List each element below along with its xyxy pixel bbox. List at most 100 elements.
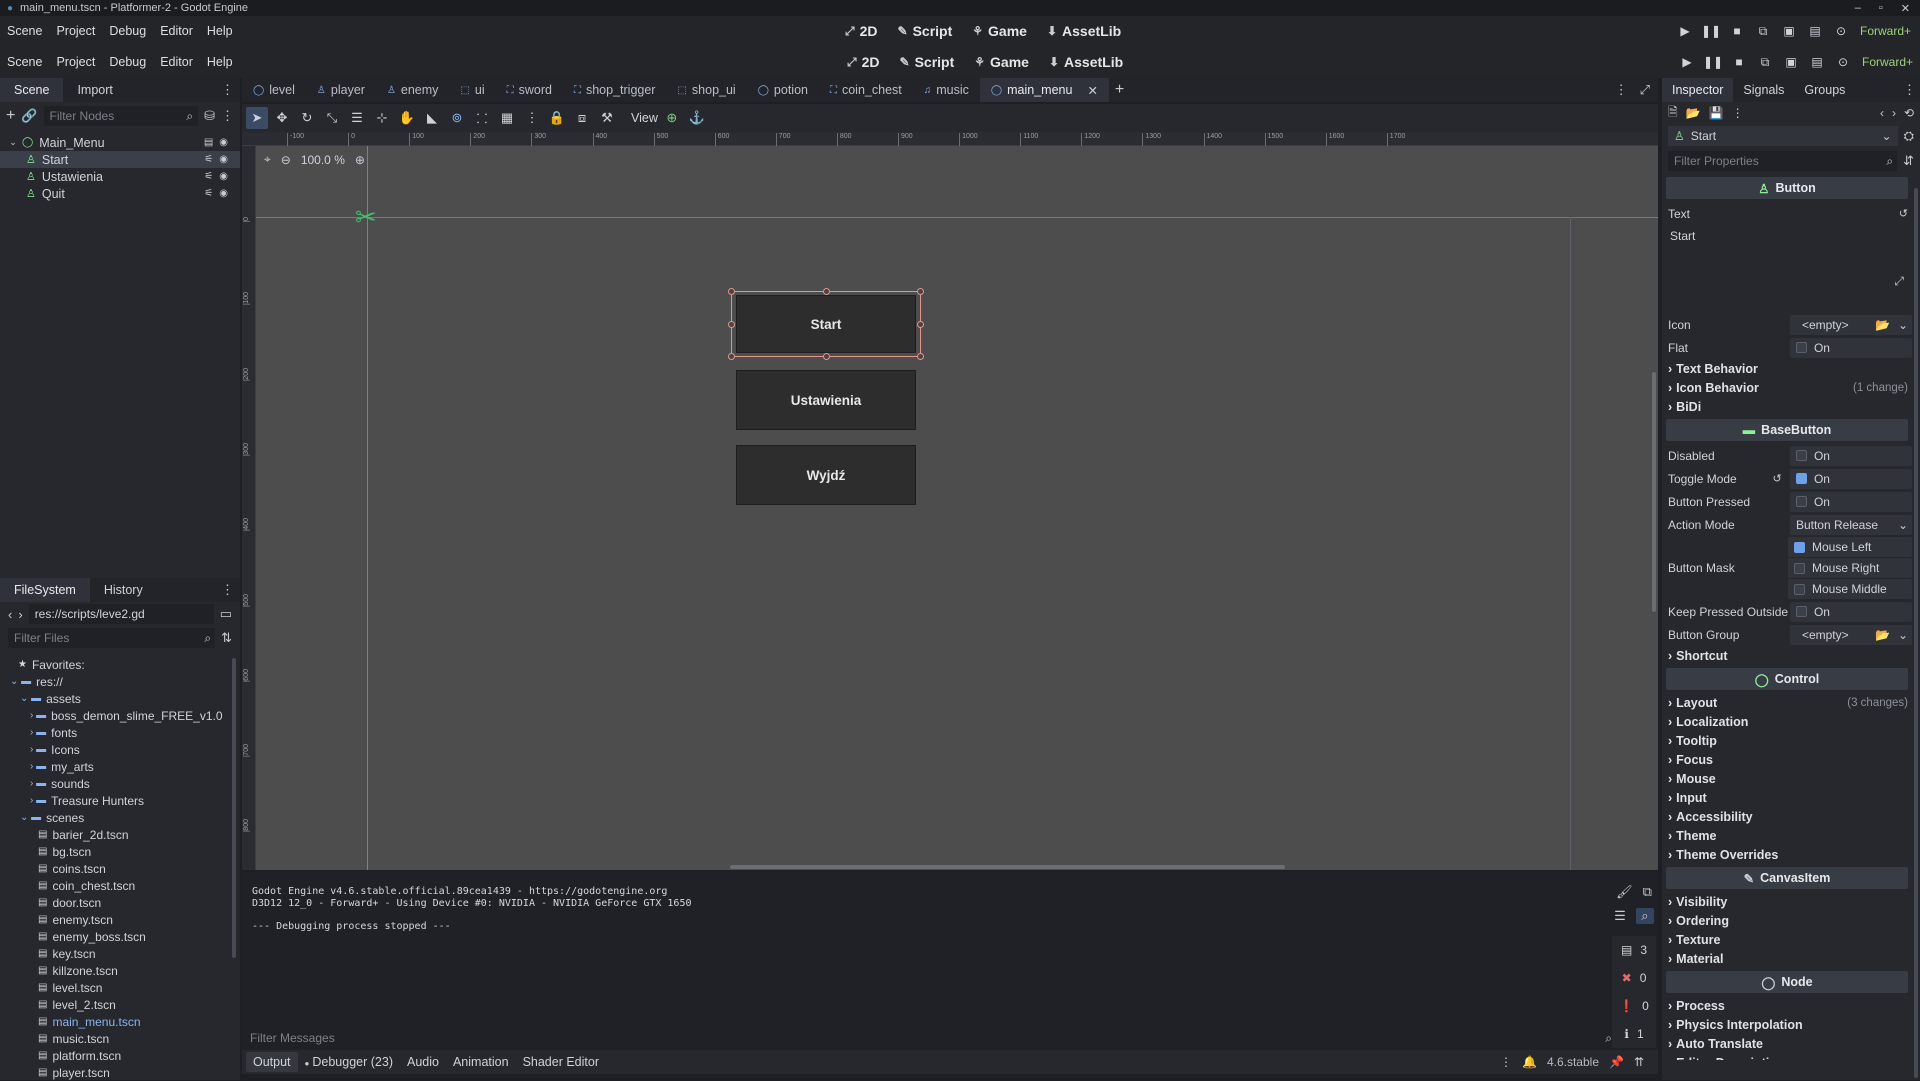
section-icon-behavior[interactable]: › Icon Behavior (1 change): [1662, 378, 1912, 397]
rotate-tool-icon[interactable]: ↻: [296, 107, 318, 129]
section-material[interactable]: › Material: [1662, 949, 1912, 968]
mask-mouse-left[interactable]: Mouse Left: [1788, 537, 1912, 557]
dock-menu-icon[interactable]: ⋮: [221, 82, 234, 98]
bottom-tab-animation[interactable]: Animation: [446, 1055, 516, 1069]
section-theme[interactable]: › Theme: [1662, 826, 1912, 845]
scene-tab-level[interactable]: ◯ level: [242, 78, 306, 102]
pause-icon[interactable]: ❚❚: [1698, 20, 1724, 42]
section-texture[interactable]: › Texture: [1662, 930, 1912, 949]
zoom-out-icon[interactable]: ⊖: [281, 153, 291, 167]
smart-snap-icon[interactable]: ⊚: [446, 107, 468, 129]
minimize-icon[interactable]: –: [1855, 2, 1861, 15]
folder-assets[interactable]: ⌄ ▬ assets: [6, 690, 240, 707]
play-custom-icon[interactable]: ▤: [1802, 20, 1828, 42]
tab-filesystem[interactable]: FileSystem: [0, 578, 90, 602]
favorites-item[interactable]: ★ Favorites:: [6, 656, 240, 673]
flat-checkbox[interactable]: On: [1789, 337, 1912, 358]
snap-options-icon[interactable]: ⸬: [471, 107, 493, 129]
group-picker[interactable]: <empty> 📂 ⌄: [1789, 624, 1912, 645]
signal-icon[interactable]: ⚟: [204, 188, 213, 199]
file-bg[interactable]: ▤ bg.tscn: [6, 843, 240, 860]
view-menu[interactable]: View: [631, 111, 658, 125]
workspace-2d[interactable]: ⤢ 2D: [845, 23, 878, 39]
file-main-menu[interactable]: ▤ main_menu.tscn: [6, 1013, 240, 1030]
save-resource-icon[interactable]: 💾: [1709, 106, 1724, 120]
tab-import[interactable]: Import: [63, 78, 126, 102]
category-basebutton[interactable]: ▬ BaseButton: [1666, 419, 1908, 441]
resize-handle-tc[interactable]: [823, 288, 830, 295]
ruler-tool-icon[interactable]: ◣: [421, 107, 443, 129]
instance-scene-icon[interactable]: ⛁: [204, 108, 215, 124]
close-tab-icon[interactable]: ✕: [1087, 83, 1097, 98]
disabled-checkbox[interactable]: On: [1789, 445, 1912, 466]
folder-icons[interactable]: › ▬ Icons: [6, 741, 240, 758]
resize-handle-ml[interactable]: [728, 321, 735, 328]
history-forward-icon[interactable]: ›: [1892, 106, 1896, 120]
back-icon[interactable]: ‹: [8, 607, 12, 622]
menu-debug[interactable]: Debug: [102, 55, 153, 69]
file-enemy-boss[interactable]: ▤ enemy_boss.tscn: [6, 928, 240, 945]
menu-editor[interactable]: Editor: [153, 24, 200, 38]
play-icon[interactable]: ▶: [1672, 20, 1698, 42]
scene-menu-icon[interactable]: ⋮: [221, 108, 234, 124]
collapse-arrow-icon[interactable]: ⌄: [8, 137, 18, 148]
workspace-assetlib[interactable]: ⬇ AssetLib: [1049, 54, 1123, 70]
tab-groups[interactable]: Groups: [1794, 78, 1855, 102]
pin-icon[interactable]: 📌: [1609, 1055, 1624, 1069]
move-tool-icon[interactable]: ✥: [271, 107, 293, 129]
text-edit[interactable]: Start ⤢: [1666, 225, 1908, 313]
fs-scrollbar[interactable]: [232, 658, 236, 958]
zoom-in-icon[interactable]: ⊕: [355, 153, 365, 167]
bottom-tab-debugger-23[interactable]: ● Debugger (23): [298, 1055, 400, 1069]
section-auto-translate[interactable]: › Auto Translate: [1662, 1034, 1912, 1053]
canvas-button-start[interactable]: Start: [736, 295, 916, 353]
group-load-icon[interactable]: 📂: [1875, 628, 1890, 642]
section-editor-description[interactable]: ›Editor Description: [1662, 1053, 1912, 1061]
workspace-2d[interactable]: ⤢ 2D: [847, 54, 880, 70]
scale-tool-icon[interactable]: ⤡: [321, 107, 343, 129]
filter-files-input[interactable]: Filter Files ⌕: [8, 628, 216, 648]
menu-project[interactable]: Project: [49, 24, 102, 38]
menu-help[interactable]: Help: [200, 24, 240, 38]
mask-mouse-right[interactable]: Mouse Right: [1788, 558, 1912, 578]
load-icon[interactable]: 📂: [1875, 318, 1890, 332]
icon-dropdown-icon[interactable]: ⌄: [1898, 318, 1908, 332]
workspace-script[interactable]: ✎ Script: [898, 23, 953, 39]
folder-boss-demon-slime-free-v1-0[interactable]: › ▬ boss_demon_slime_FREE_v1.0: [6, 707, 240, 724]
add-scene-tab-icon[interactable]: +: [1115, 81, 1124, 99]
menu-project[interactable]: Project: [49, 55, 102, 69]
scene-tab-sword[interactable]: ⛶ sword: [496, 78, 563, 102]
list-select-icon[interactable]: ☰: [346, 107, 368, 129]
scene-tab-shop-trigger[interactable]: ⛶ shop_trigger: [563, 78, 667, 102]
file-barier-2d[interactable]: ▤ barier_2d.tscn: [6, 826, 240, 843]
copy-output-icon[interactable]: ⧉: [1643, 884, 1652, 900]
visibility-eye-icon[interactable]: ◉: [219, 188, 228, 199]
visibility-eye-icon[interactable]: ◉: [219, 154, 228, 165]
script-icon[interactable]: ▤: [204, 137, 213, 148]
section-input[interactable]: › Input: [1662, 788, 1912, 807]
resize-handle-tl[interactable]: [728, 288, 735, 295]
expand-text-icon[interactable]: ⤢: [1894, 274, 1904, 289]
keep-checkbox[interactable]: On: [1789, 601, 1912, 622]
tab-signals[interactable]: Signals: [1733, 78, 1794, 102]
renderer-select[interactable]: Forward+: [1860, 24, 1911, 38]
inspector-menu-icon[interactable]: ⋮: [1903, 82, 1916, 98]
section-visibility[interactable]: › Visibility: [1662, 892, 1912, 911]
inspector-scrollbar[interactable]: [1914, 188, 1918, 1078]
section-accessibility[interactable]: › Accessibility: [1662, 807, 1912, 826]
resize-handle-bc[interactable]: [823, 353, 830, 360]
section-theme-overrides[interactable]: › Theme Overrides: [1662, 845, 1912, 864]
category-button[interactable]: ♙ Button: [1666, 177, 1908, 199]
canvas-button-ustawienia[interactable]: Ustawienia: [736, 370, 916, 430]
pan-tool-icon[interactable]: ✋: [396, 107, 418, 129]
pivot-tool-icon[interactable]: ⊹: [371, 107, 393, 129]
output-search-icon[interactable]: ⌕: [1635, 908, 1654, 924]
res-root-folder[interactable]: ⌄ ▬ res://: [6, 673, 240, 690]
resource-menu-icon[interactable]: ⋮: [1732, 106, 1744, 120]
file-music[interactable]: ▤ music.tscn: [6, 1030, 240, 1047]
tab-inspector[interactable]: Inspector: [1662, 78, 1734, 102]
folder-my-arts[interactable]: › ▬ my_arts: [6, 758, 240, 775]
select-tool-icon[interactable]: ➤: [246, 107, 268, 129]
category-node[interactable]: ◯ Node: [1666, 971, 1908, 993]
workspace-game[interactable]: ⚘ Game: [972, 23, 1027, 39]
